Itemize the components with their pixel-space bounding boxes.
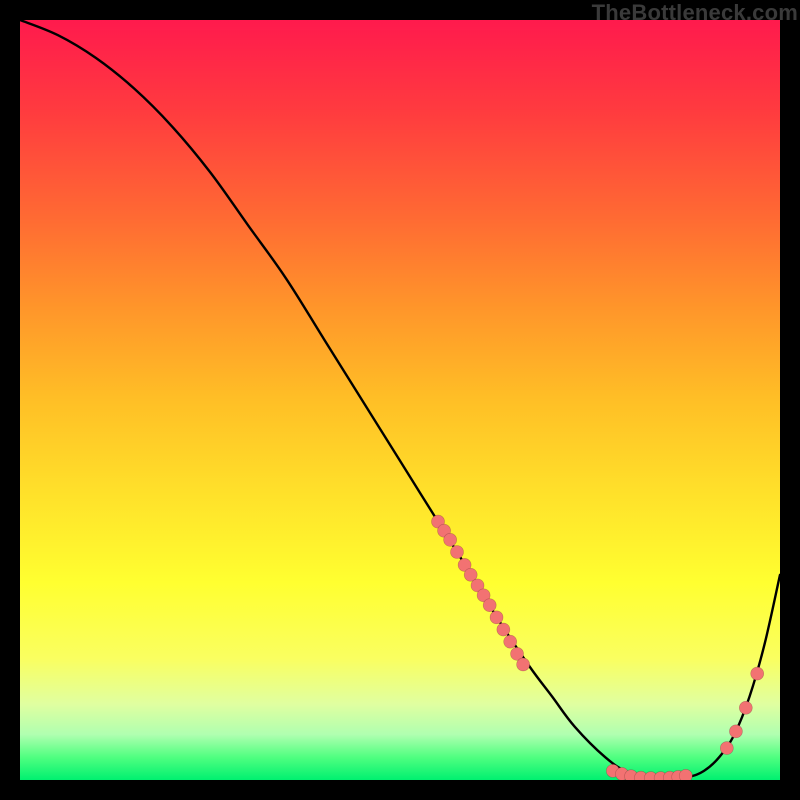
bottleneck-curve [20,20,780,779]
data-point [739,701,752,714]
data-point [679,769,692,780]
data-point [451,546,464,559]
data-point [490,611,503,624]
watermark-text: TheBottleneck.com [592,0,798,26]
highlight-dots [432,515,764,780]
data-point [497,623,510,636]
data-point [483,599,496,612]
data-point [751,667,764,680]
chart-overlay-svg [20,20,780,780]
data-point [504,635,517,648]
data-point [444,533,457,546]
chart-plot-area [20,20,780,780]
data-point [720,742,733,755]
data-point [729,725,742,738]
data-point [517,658,530,671]
